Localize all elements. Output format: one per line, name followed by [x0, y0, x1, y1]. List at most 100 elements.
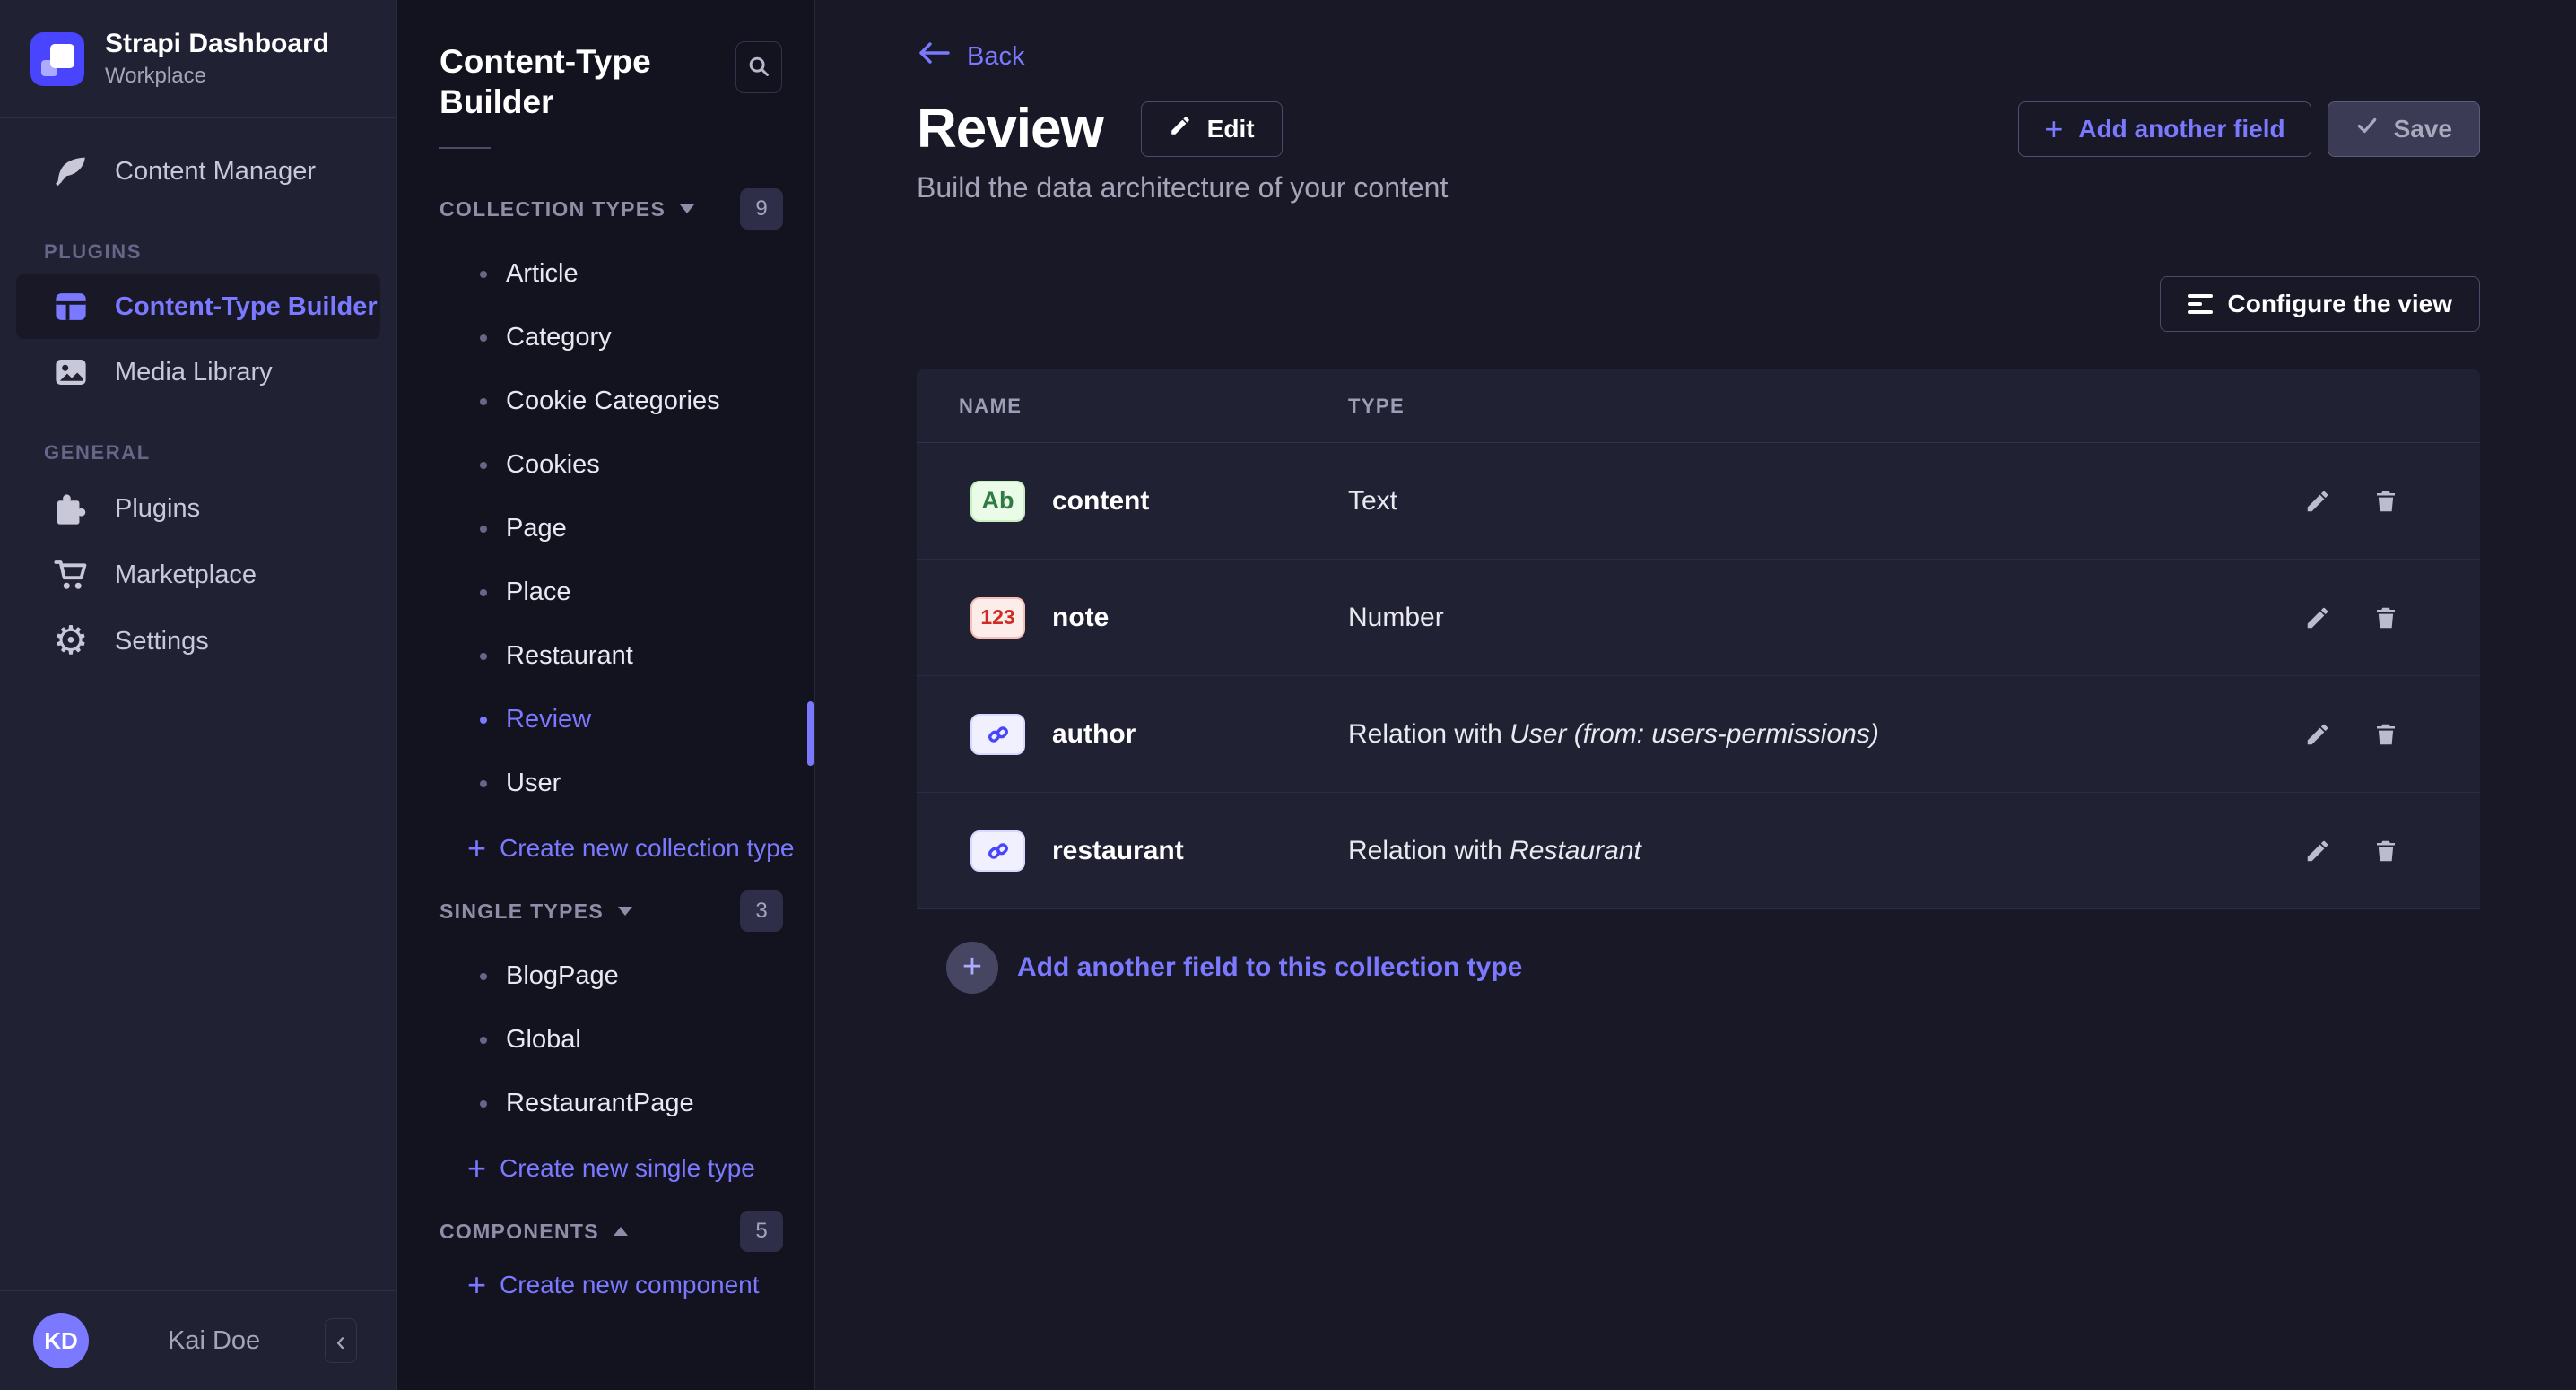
text-field-icon: Ab — [970, 481, 1025, 522]
configure-view-button[interactable]: Configure the view — [2160, 276, 2480, 332]
field-type: Text — [1348, 486, 1397, 517]
sidebar-item-settings[interactable]: ⚙ Settings — [0, 608, 396, 674]
sidebar-item-label: Marketplace — [115, 560, 257, 590]
collection-type-user[interactable]: User — [397, 751, 814, 815]
delete-field-button[interactable] — [2371, 719, 2401, 750]
edit-field-button[interactable] — [2302, 836, 2333, 866]
components-header[interactable]: COMPONENTS 5 — [397, 1211, 814, 1252]
sidebar-item-marketplace[interactable]: Marketplace — [0, 542, 396, 608]
group-label: COLLECTION TYPES — [439, 197, 666, 222]
strapi-logo-icon — [30, 32, 84, 86]
field-name: restaurant — [1052, 836, 1348, 866]
collection-type-category[interactable]: Category — [397, 306, 814, 369]
sidebar-item-label: Content Manager — [115, 157, 316, 187]
app-title: Strapi Dashboard — [105, 29, 329, 59]
relation-field-icon — [970, 714, 1025, 755]
row-actions — [2302, 836, 2480, 866]
collection-types-list: Article Category Cookie Categories Cooki… — [397, 242, 814, 815]
sidebar-item-content-type-builder[interactable]: Content-Type Builder — [16, 274, 380, 339]
plus-icon: + — [467, 1269, 486, 1301]
collection-types-header[interactable]: COLLECTION TYPES 9 — [397, 188, 814, 230]
picture-icon — [51, 352, 91, 392]
puzzle-icon — [51, 489, 91, 528]
field-name: author — [1052, 719, 1348, 750]
collection-type-restaurant[interactable]: Restaurant — [397, 624, 814, 688]
back-label: Back — [967, 42, 1024, 72]
search-button[interactable] — [735, 41, 782, 93]
configure-row: Configure the view — [917, 276, 2480, 332]
edit-field-button[interactable] — [2302, 603, 2333, 633]
single-types-list: BlogPage Global RestaurantPage — [397, 944, 814, 1135]
sidebar-item-content-manager[interactable]: Content Manager — [0, 138, 396, 204]
edit-button[interactable]: Edit — [1141, 101, 1283, 157]
search-icon — [745, 53, 772, 83]
pencil-icon — [1169, 114, 1192, 143]
content-type-builder-subnav: Content-Type Builder COLLECTION TYPES 9 … — [397, 0, 815, 1390]
create-single-type-link[interactable]: + Create new single type — [397, 1135, 814, 1202]
column-header-name: NAME — [959, 395, 1348, 418]
create-collection-type-link[interactable]: + Create new collection type — [397, 815, 814, 882]
row-actions — [2302, 719, 2480, 750]
plus-icon: + — [467, 832, 486, 864]
chevron-down-icon — [680, 204, 694, 213]
collection-type-article[interactable]: Article — [397, 242, 814, 306]
collapse-sidebar-button[interactable]: ‹ — [325, 1318, 357, 1363]
field-type: Number — [1348, 603, 1444, 633]
sidebar-item-label: Settings — [115, 627, 209, 656]
delete-field-button[interactable] — [2371, 836, 2401, 866]
table-row: 123 note Number — [917, 560, 2480, 676]
sidebar-item-label: Plugins — [115, 494, 200, 524]
row-actions — [2302, 486, 2480, 517]
user-name: Kai Doe — [168, 1326, 260, 1356]
delete-field-button[interactable] — [2371, 603, 2401, 633]
group-label: SINGLE TYPES — [439, 899, 604, 924]
chevron-up-icon — [614, 1227, 628, 1236]
main-content: Back Review Edit + Add another field Sav… — [815, 0, 2576, 1390]
table-row: Ab content Text — [917, 443, 2480, 560]
check-icon — [2355, 114, 2379, 143]
group-label: COMPONENTS — [439, 1220, 599, 1244]
single-type-restaurantpage[interactable]: RestaurantPage — [397, 1072, 814, 1135]
add-another-field-button[interactable]: + Add another field — [2018, 101, 2311, 157]
fields-table-card: NAME TYPE Ab content Text 123 note Numbe… — [917, 369, 2480, 1025]
page-subtitle: Build the data architecture of your cont… — [917, 171, 2480, 204]
collection-type-cookies[interactable]: Cookies — [397, 433, 814, 497]
collection-type-page[interactable]: Page — [397, 497, 814, 560]
app-subtitle: Workplace — [105, 64, 329, 89]
plus-icon: + — [2044, 113, 2063, 145]
plus-icon: + — [467, 1152, 486, 1185]
page-title: Review — [917, 97, 1103, 161]
single-type-global[interactable]: Global — [397, 1008, 814, 1072]
edit-field-button[interactable] — [2302, 486, 2333, 517]
collection-type-cookie-categories[interactable]: Cookie Categories — [397, 369, 814, 433]
sidebar-item-label: Media Library — [115, 358, 273, 387]
subnav-title: Content-Type Builder — [439, 41, 735, 122]
back-link[interactable]: Back — [917, 39, 1024, 74]
sidebar-item-label: Content-Type Builder — [115, 292, 378, 322]
collection-type-place[interactable]: Place — [397, 560, 814, 624]
sidebar-footer: KD Kai Doe ‹ — [0, 1290, 396, 1390]
add-field-to-collection-row[interactable]: + Add another field to this collection t… — [917, 909, 2480, 1025]
add-field-to-collection-label: Add another field to this collection typ… — [1017, 952, 1522, 983]
count-badge: 9 — [740, 188, 783, 230]
table-row: author Relation with User (from: users-p… — [917, 676, 2480, 793]
save-button[interactable]: Save — [2328, 101, 2480, 157]
sidebar-nav: Content Manager PLUGINS Content-Type Bui… — [0, 118, 396, 674]
sidebar-item-plugins[interactable]: Plugins — [0, 475, 396, 542]
sidebar-item-media-library[interactable]: Media Library — [0, 339, 396, 405]
delete-field-button[interactable] — [2371, 486, 2401, 517]
create-component-link[interactable]: + Create new component — [397, 1252, 814, 1318]
row-actions — [2302, 603, 2480, 633]
brand: Strapi Dashboard Workplace — [0, 0, 396, 118]
chevron-down-icon — [618, 907, 632, 916]
field-name: content — [1052, 486, 1348, 517]
single-type-blogpage[interactable]: BlogPage — [397, 944, 814, 1008]
subnav-scrollbar-thumb[interactable] — [807, 701, 814, 766]
single-types-header[interactable]: SINGLE TYPES 3 — [397, 890, 814, 932]
edit-field-button[interactable] — [2302, 719, 2333, 750]
collection-type-review[interactable]: Review — [397, 688, 814, 751]
count-badge: 3 — [740, 890, 783, 932]
chevron-left-icon: ‹ — [336, 1326, 346, 1355]
avatar[interactable]: KD — [33, 1313, 89, 1368]
plus-circle-icon: + — [946, 942, 998, 994]
